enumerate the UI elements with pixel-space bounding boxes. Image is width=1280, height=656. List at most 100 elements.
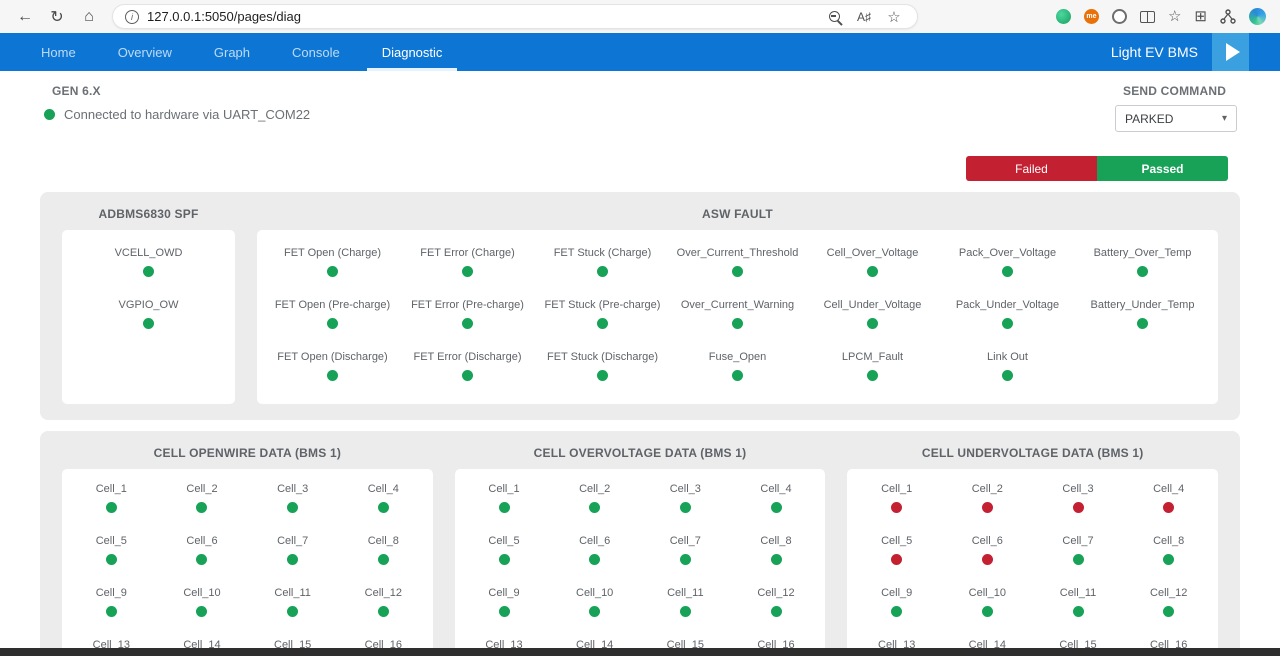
indicator-label: Cell_1 (488, 483, 519, 495)
status-indicator: Cell_4 (338, 474, 429, 526)
status-dot-passed (680, 606, 691, 617)
status-dot-passed (732, 318, 743, 329)
status-dot-passed (1002, 370, 1013, 381)
status-dot-passed (378, 502, 389, 513)
asw-row: FET Open (Pre-charge) FET Error (Pre-char… (265, 290, 1210, 342)
connection-block: GEN 6.X Connected to hardware via UART_C… (52, 84, 310, 132)
failed-legend-button[interactable]: Failed (966, 156, 1097, 181)
indicator-label: Cell_5 (96, 535, 127, 547)
browser-tasks-icon[interactable] (1220, 9, 1236, 25)
favorite-star-icon[interactable]: ☆ (883, 8, 905, 26)
status-dot-passed (1163, 554, 1174, 565)
tab-diagnostic[interactable]: Diagnostic (361, 33, 464, 71)
status-dot-passed (196, 502, 207, 513)
status-dot-passed (867, 266, 878, 277)
address-bar[interactable]: i 127.0.0.1:5050/pages/diag A♯ ☆ (112, 4, 918, 29)
indicator-label: Cell_8 (760, 535, 791, 547)
profile-me-icon[interactable]: me (1084, 9, 1099, 24)
status-dot-passed (287, 606, 298, 617)
status-dot-passed (287, 554, 298, 565)
status-indicator: FET Error (Discharge) (400, 342, 535, 394)
indicator-label: Cell_2 (972, 483, 1003, 495)
status-dot-passed (597, 266, 608, 277)
indicator-label: Cell_4 (368, 483, 399, 495)
favorites-hub-icon[interactable]: ☆ (1168, 9, 1181, 24)
fault-panel: ADBMS6830 SPF VCELL_OWD VGPIO_OW ASW FAUL… (40, 192, 1240, 420)
asw-title: ASW FAULT (257, 200, 1218, 230)
generation-label: GEN 6.X (52, 84, 310, 98)
browser-toolbar: ← ↻ ⌂ i 127.0.0.1:5050/pages/diag A♯ ☆ m… (0, 0, 1280, 33)
browser-essentials-icon[interactable] (1056, 9, 1071, 24)
indicator-label: Cell_8 (1153, 535, 1184, 547)
status-indicator: Link Out (940, 342, 1075, 394)
status-dot-passed (732, 370, 743, 381)
connection-text: Connected to hardware via UART_COM22 (64, 107, 310, 122)
command-dropdown[interactable]: PARKED ▾ (1115, 105, 1237, 132)
connection-dot (44, 109, 55, 120)
tab-overview[interactable]: Overview (97, 33, 193, 71)
status-dot-passed (891, 606, 902, 617)
indicator-label: Battery_Over_Temp (1094, 247, 1192, 259)
cell-panel: CELL OPENWIRE DATA (BMS 1)Cell_1Cell_2Ce… (62, 439, 433, 656)
status-indicator: Cell_3 (1033, 474, 1124, 526)
cell-panels: CELL OPENWIRE DATA (BMS 1)Cell_1Cell_2Ce… (62, 439, 1218, 656)
indicator-label: Link Out (987, 351, 1028, 363)
status-indicator: Cell_1 (66, 474, 157, 526)
copilot-icon[interactable] (1249, 8, 1266, 25)
status-indicator: Cell_8 (731, 526, 822, 578)
command-value: PARKED (1125, 112, 1173, 126)
status-dot-passed (1137, 266, 1148, 277)
cell-card: Cell_1Cell_2Cell_3Cell_4Cell_5Cell_6Cell… (455, 469, 826, 656)
indicator-label: Cell_12 (757, 587, 794, 599)
status-indicator: Cell_4 (1123, 474, 1214, 526)
indicator-label: Cell_12 (1150, 587, 1187, 599)
indicator-label: FET Error (Pre-charge) (411, 299, 524, 311)
read-aloud-icon[interactable]: A♯ (853, 10, 875, 24)
status-indicator: FET Stuck (Discharge) (535, 342, 670, 394)
cell-panel-title: CELL OVERVOLTAGE DATA (BMS 1) (455, 439, 826, 469)
spf-title: ADBMS6830 SPF (62, 200, 235, 230)
indicator-label: Cell_4 (1153, 483, 1184, 495)
status-dot-failed (891, 502, 902, 513)
chevron-down-icon: ▾ (1222, 113, 1227, 124)
tab-console[interactable]: Console (271, 33, 361, 71)
back-icon[interactable]: ← (10, 4, 40, 30)
extension-icon[interactable] (1112, 9, 1127, 24)
status-indicator: Cell_5 (851, 526, 942, 578)
status-dot-failed (1073, 502, 1084, 513)
asw-panel: ASW FAULT FET Open (Charge)FET Error (Ch… (257, 200, 1218, 404)
indicator-label: Cell_11 (1060, 587, 1097, 599)
status-indicator: Cell_6 (942, 526, 1033, 578)
indicator-label: Cell_12 (365, 587, 402, 599)
indicator-label: VGPIO_OW (119, 299, 179, 311)
url-text[interactable]: 127.0.0.1:5050/pages/diag (147, 9, 815, 24)
status-dot-passed (106, 502, 117, 513)
status-indicator: FET Stuck (Pre-charge) (535, 290, 670, 342)
refresh-icon[interactable]: ↻ (42, 4, 72, 30)
tab-home[interactable]: Home (20, 33, 97, 71)
status-indicator: Cell_11 (247, 578, 338, 630)
home-icon[interactable]: ⌂ (74, 4, 104, 30)
status-dot-passed (378, 554, 389, 565)
collections-icon[interactable]: ⊞ (1194, 9, 1207, 24)
passed-legend-button[interactable]: Passed (1097, 156, 1228, 181)
status-indicator: VCELL_OWD (62, 238, 235, 290)
cell-panel: CELL UNDERVOLTAGE DATA (BMS 1)Cell_1Cell… (847, 439, 1218, 656)
indicator-label: Cell_11 (667, 587, 704, 599)
split-screen-icon[interactable] (1140, 11, 1155, 23)
zoom-out-icon[interactable] (823, 11, 845, 22)
status-dot-passed (499, 606, 510, 617)
tab-graph[interactable]: Graph (193, 33, 271, 71)
status-indicator: Cell_6 (157, 526, 248, 578)
status-indicator: FET Error (Pre-charge) (400, 290, 535, 342)
indicator-label: Cell_6 (972, 535, 1003, 547)
site-info-icon[interactable]: i (125, 10, 139, 24)
indicator-label: Pack_Over_Voltage (959, 247, 1056, 259)
indicator-label: FET Open (Pre-charge) (275, 299, 390, 311)
status-dot-passed (680, 502, 691, 513)
status-indicator: Cell_7 (247, 526, 338, 578)
status-indicator: Cell_3 (247, 474, 338, 526)
status-indicator: Cell_Under_Voltage (805, 290, 940, 342)
indicator-label: Cell_4 (760, 483, 791, 495)
cell-card: Cell_1Cell_2Cell_3Cell_4Cell_5Cell_6Cell… (62, 469, 433, 656)
